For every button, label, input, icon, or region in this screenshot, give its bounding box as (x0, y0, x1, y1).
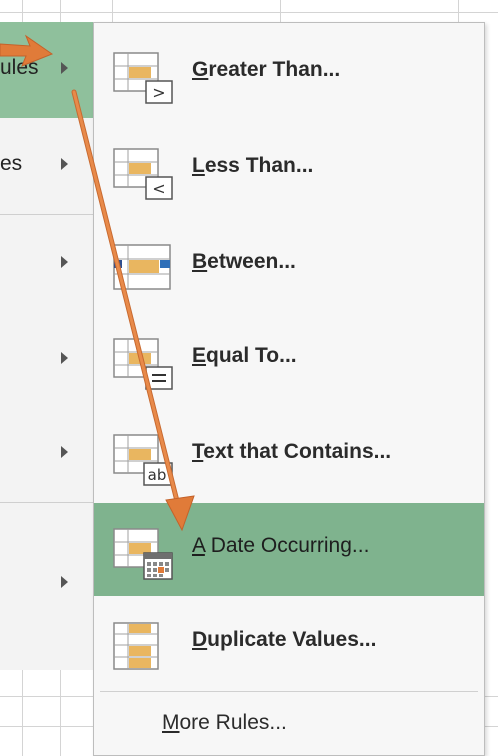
parent-item-color-scales[interactable] (0, 312, 94, 408)
menu-item-greater-than[interactable]: > Greater Than... (94, 27, 484, 120)
submenu-arrow-icon (61, 576, 68, 588)
screenshot-stage: ules es > Greater Than... < Less Than...… (0, 0, 498, 756)
menu-item-text-that-contains[interactable]: ab Text that Contains... (94, 409, 484, 502)
parent-context-menu: ules es (0, 22, 94, 670)
parent-item-icon-sets[interactable] (0, 406, 94, 502)
menu-item-label: Between... (192, 250, 296, 273)
menu-item-label: Greater Than... (192, 58, 341, 81)
submenu-arrow-icon (61, 352, 68, 364)
menu-separator (100, 691, 478, 692)
submenu-arrow-icon (61, 256, 68, 268)
submenu-arrow-icon (61, 158, 68, 170)
submenu-arrow-icon (61, 446, 68, 458)
svg-text:ab: ab (148, 466, 167, 484)
menu-item-equal-to[interactable]: Equal To... (94, 313, 484, 406)
parent-item-data-bars[interactable] (0, 216, 94, 312)
parent-item-label: es (0, 152, 23, 175)
menu-item-less-than[interactable]: < Less Than... (94, 123, 484, 216)
greater-than-icon: > (113, 52, 173, 104)
menu-separator (0, 214, 94, 215)
menu-item-label: Less Than... (192, 154, 314, 177)
parent-item-highlight-rules[interactable]: ules (0, 22, 94, 118)
duplicate-values-icon (113, 622, 159, 670)
date-occurring-icon (113, 528, 173, 580)
menu-item-more-rules[interactable]: More Rules... (94, 693, 484, 755)
menu-separator (0, 502, 94, 503)
svg-text:<: < (152, 179, 165, 198)
parent-item-top-bottom-rules[interactable]: es (0, 118, 94, 214)
parent-item-label: ules (0, 56, 39, 79)
menu-item-a-date-occurring[interactable]: A Date Occurring... (94, 503, 484, 596)
menu-item-label: Equal To... (192, 344, 297, 367)
submenu-arrow-icon (61, 62, 68, 74)
menu-item-label: More Rules... (162, 711, 287, 734)
less-than-icon: < (113, 148, 173, 200)
text-contains-icon: ab (113, 434, 173, 486)
menu-item-between[interactable]: Between... (94, 219, 484, 312)
equal-to-icon (113, 338, 173, 390)
grid-line (0, 12, 498, 13)
menu-item-duplicate-values[interactable]: Duplicate Values... (94, 597, 484, 690)
between-icon (113, 244, 171, 290)
menu-item-label: Duplicate Values... (192, 628, 377, 651)
menu-item-label: Text that Contains... (192, 440, 392, 463)
menu-item-label: A Date Occurring... (192, 534, 370, 557)
svg-text:>: > (152, 83, 165, 102)
highlight-cells-rules-submenu: > Greater Than... < Less Than... Between… (93, 22, 485, 756)
parent-item-clear-rules[interactable] (0, 536, 94, 632)
